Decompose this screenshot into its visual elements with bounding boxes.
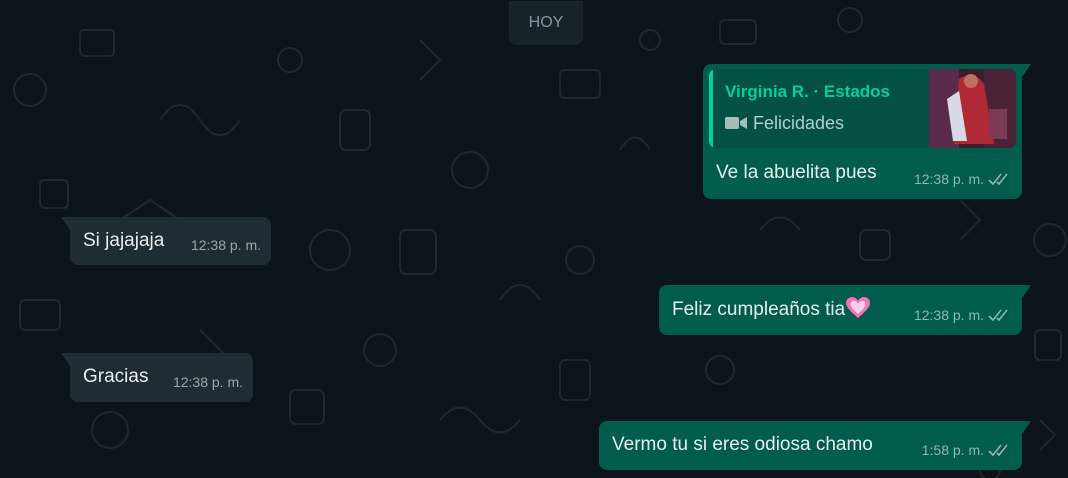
message-text: Vermo tu si eres odiosa chamo xyxy=(612,434,873,455)
quote-author: Virginia R. · Estados xyxy=(725,82,891,101)
quoted-status[interactable]: Virginia R. · Estados Felicidades xyxy=(709,69,1016,148)
outgoing-message[interactable]: Feliz cumpleaños tia 12:38 p. m. xyxy=(659,285,1031,335)
message-time: 12:38 p. m. xyxy=(190,237,261,253)
quote-caption: Felicidades xyxy=(753,113,845,133)
outgoing-message[interactable]: Vermo tu si eres odiosa chamo 1:58 p. m. xyxy=(599,421,1031,470)
bubble-tail xyxy=(1022,285,1031,298)
message-text: Feliz cumpleaños tia xyxy=(672,299,846,320)
message-meta: 12:38 p. m. xyxy=(173,370,243,394)
date-divider: HOY xyxy=(509,1,583,45)
message-time: 12:38 p. m. xyxy=(913,171,984,187)
pink-heart-icon xyxy=(846,297,871,318)
message-text: Gracias xyxy=(83,366,149,387)
bubble-tail xyxy=(1022,64,1031,77)
double-check-icon xyxy=(988,444,1008,457)
message-text: Si jajajaja xyxy=(83,230,165,251)
quote-description: Felicidades xyxy=(725,111,844,135)
message-time: 12:38 p. m. xyxy=(913,307,984,323)
incoming-message[interactable]: Gracias 12:38 p. m. xyxy=(61,353,253,402)
bubble-tail xyxy=(61,353,70,366)
bubble-tail xyxy=(61,217,70,230)
message-meta: 12:38 p. m. xyxy=(914,303,1012,327)
double-check-icon xyxy=(988,173,1008,186)
message-meta: 1:58 p. m. xyxy=(922,438,1012,462)
message-time: 12:38 p. m. xyxy=(172,374,243,390)
message-meta: 12:38 p. m. xyxy=(191,233,261,257)
message-text-line: Feliz cumpleaños tia xyxy=(672,297,871,322)
incoming-message[interactable]: Si jajajaja 12:38 p. m. xyxy=(61,217,271,265)
video-camera-icon xyxy=(725,117,747,129)
message-time: 1:58 p. m. xyxy=(921,442,984,458)
message-meta: 12:38 p. m. xyxy=(914,167,1012,191)
outgoing-message[interactable]: Virginia R. · Estados Felicidades Ve la … xyxy=(703,64,1031,199)
quote-accent-bar xyxy=(709,69,713,148)
double-check-icon xyxy=(988,309,1008,322)
thumbnail-image xyxy=(929,69,1016,148)
bubble-tail xyxy=(1022,421,1031,434)
message-text: Ve la abuelita pues xyxy=(716,162,877,183)
status-thumbnail[interactable] xyxy=(929,69,1016,148)
